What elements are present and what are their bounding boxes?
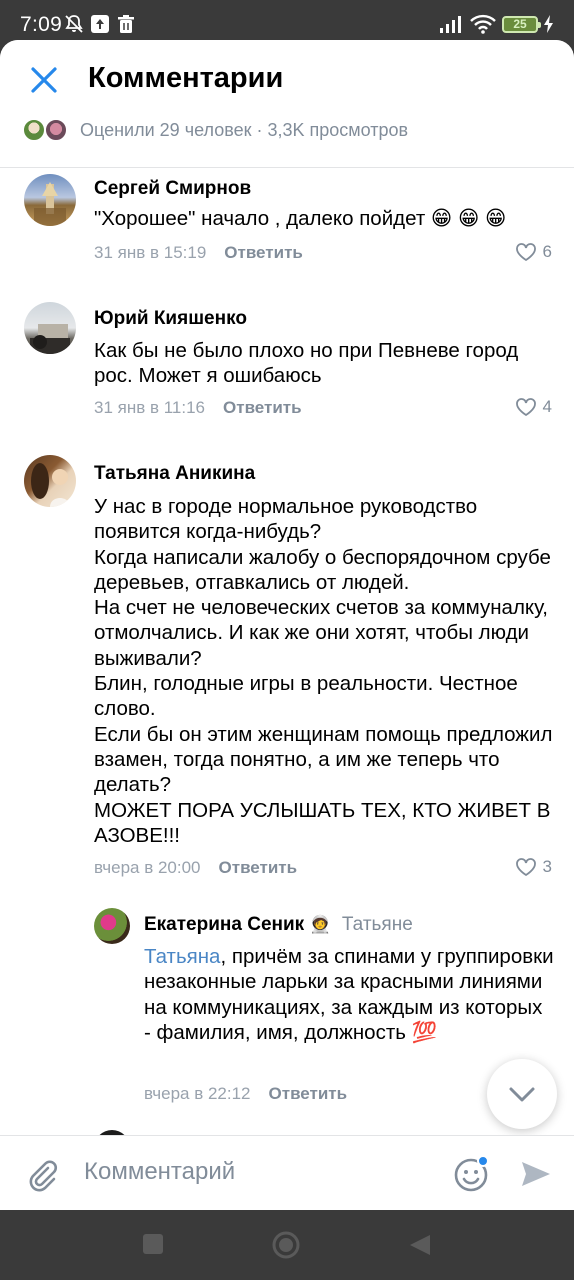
comment-date: вчера в 20:00: [94, 858, 201, 877]
avatar[interactable]: [94, 908, 130, 944]
comment-meta: 31 янв в 11:16 Ответить: [94, 398, 302, 418]
comment-meta: 31 янв в 15:19 Ответить: [94, 243, 303, 263]
comments-sheet: Комментарии Оценили 29 человек · 3,3K пр…: [0, 40, 574, 1210]
like-count: 6: [542, 242, 552, 261]
likers-avatars[interactable]: [22, 118, 72, 142]
avatar[interactable]: [24, 174, 76, 226]
comment-meta: вчера в 20:00 Ответить: [94, 858, 297, 878]
battery-indicator: 25: [502, 16, 541, 33]
attach-icon[interactable]: [24, 1156, 60, 1192]
send-icon[interactable]: [518, 1156, 554, 1192]
avatar[interactable]: [24, 302, 76, 354]
liker-avatar: [22, 118, 46, 142]
author-name: Екатерина Сеник: [144, 914, 305, 935]
signal-icon: [440, 16, 461, 33]
emoji-icon[interactable]: [452, 1154, 492, 1194]
comment-date: 31 янв в 11:16: [94, 398, 206, 417]
reply-to-label[interactable]: Татьяне: [342, 914, 413, 935]
reply-button[interactable]: Ответить: [223, 398, 302, 417]
page-title: Комментарии: [88, 62, 284, 94]
mention-link[interactable]: Татьяна: [144, 945, 220, 968]
notifications-off-icon: [65, 15, 83, 33]
comment-date: вчера в 22:12: [144, 1084, 251, 1103]
like-count: 4: [542, 397, 552, 416]
reply-button[interactable]: Ответить: [224, 243, 303, 262]
comment-composer: Комментарий: [0, 1135, 574, 1210]
comment-text: "Хорошее" начало , далеко пойдет 😁 😁 😁: [94, 207, 507, 230]
reply-button[interactable]: Ответить: [219, 858, 298, 877]
home-icon[interactable]: [271, 1230, 301, 1260]
heart-icon: [515, 858, 536, 877]
comment-text: Татьяна, причём за спинами у группировки…: [144, 944, 554, 1045]
author-badge: 🧑‍🚀: [309, 915, 331, 934]
chevron-down-icon: [509, 1087, 535, 1102]
post-stats[interactable]: Оценили 29 человек · 3,3K просмотров: [80, 120, 408, 141]
comment-author[interactable]: Сергей Смирнов: [94, 178, 251, 200]
avatar[interactable]: [24, 455, 76, 507]
heart-icon: [515, 398, 536, 417]
comment-text: Как бы не было плохо но при Певневе горо…: [94, 339, 519, 388]
status-time: 7:09: [20, 13, 63, 36]
like-button[interactable]: 6: [515, 242, 552, 262]
comment-input[interactable]: Комментарий: [84, 1158, 235, 1186]
liker-avatar: [44, 118, 68, 142]
comment-author[interactable]: Екатерина Сеник 🧑‍🚀 Татьяне: [144, 914, 413, 936]
like-count: 3: [542, 857, 552, 876]
comment-meta: вчера в 22:12 Ответить: [144, 1084, 347, 1104]
back-icon[interactable]: [408, 1233, 432, 1257]
close-icon[interactable]: [26, 62, 62, 98]
like-button[interactable]: 4: [515, 397, 552, 417]
system-nav-bar: [0, 1210, 574, 1280]
scroll-down-button[interactable]: [487, 1059, 557, 1129]
charging-icon: [544, 15, 553, 33]
comment-date: 31 янв в 15:19: [94, 243, 207, 262]
like-button[interactable]: 3: [515, 857, 552, 877]
wifi-icon: [470, 14, 496, 34]
trash-icon: [118, 15, 134, 33]
comment-text: У нас в городе нормальное руководство по…: [94, 495, 553, 847]
reply-button[interactable]: Ответить: [269, 1084, 348, 1103]
upload-icon: [91, 15, 109, 33]
comments-header: Комментарии Оценили 29 человек · 3,3K пр…: [0, 40, 574, 168]
recent-apps-icon[interactable]: [142, 1233, 164, 1255]
comment-author[interactable]: Татьяна Аникина: [94, 463, 255, 485]
comment-author[interactable]: Юрий Кияшенко: [94, 308, 247, 330]
heart-icon: [515, 243, 536, 262]
